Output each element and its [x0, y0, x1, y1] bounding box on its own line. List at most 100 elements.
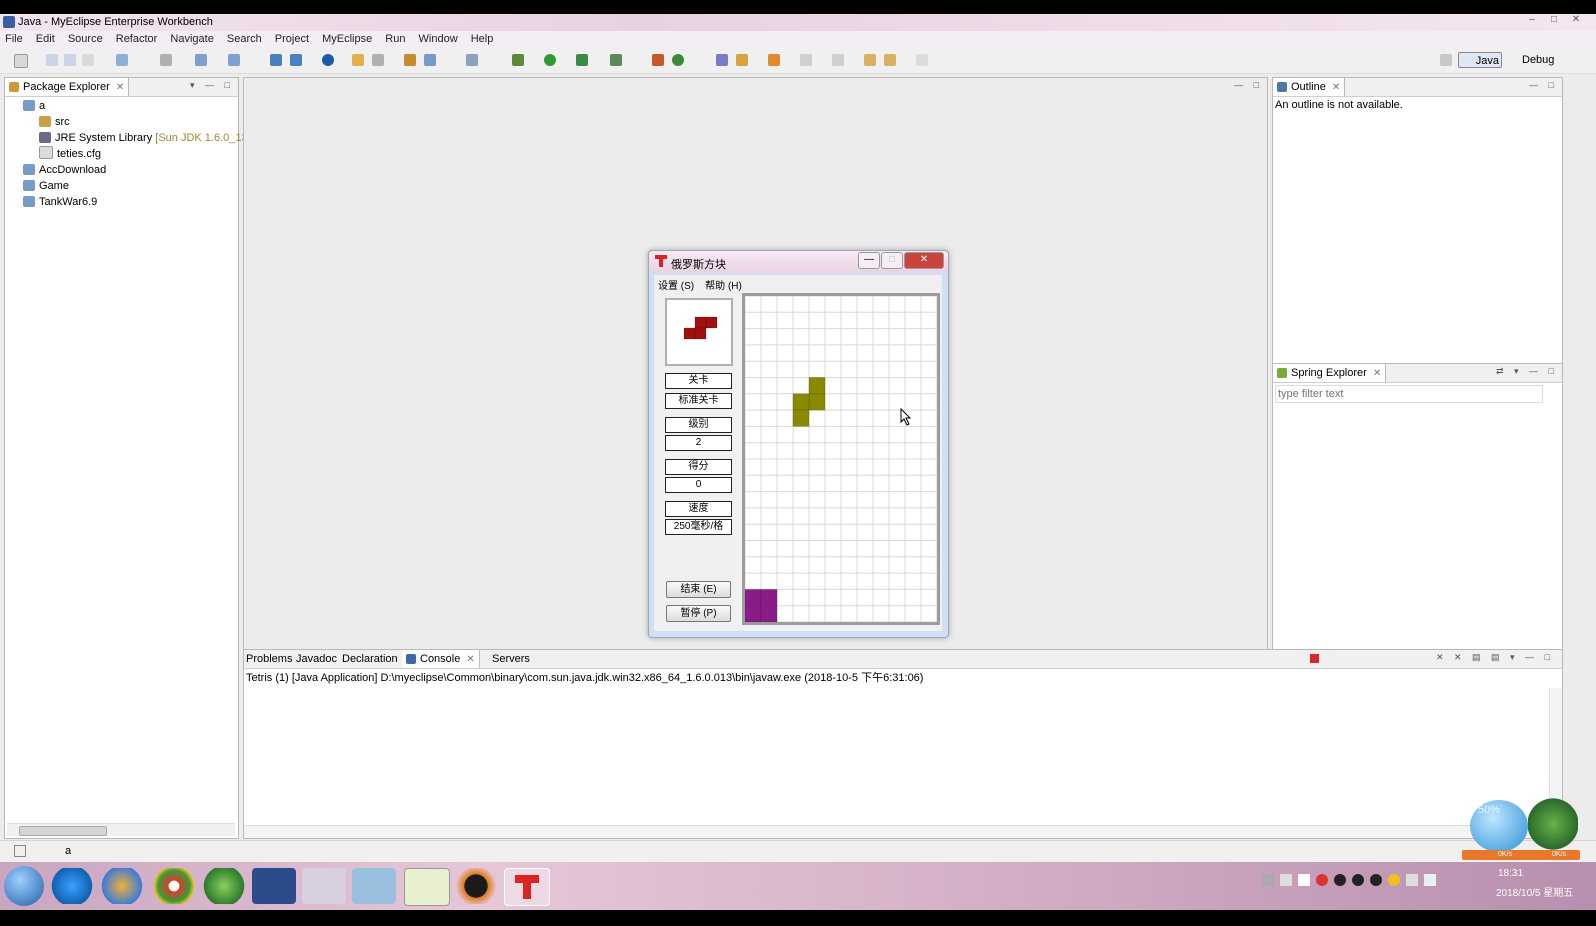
open-perspective-icon[interactable] — [1440, 54, 1452, 66]
editor-area-controls[interactable]: — □ — [1234, 80, 1263, 90]
menu-source[interactable]: Source — [63, 31, 108, 45]
media-icon[interactable] — [100, 868, 144, 904]
java-perspective-button[interactable]: Java — [1458, 52, 1502, 68]
tab-package-explorer[interactable]: Package Explorer ✕ — [5, 78, 130, 96]
qq-icon[interactable] — [1352, 874, 1364, 886]
qq-icon[interactable] — [1370, 874, 1382, 886]
close-icon[interactable]: ✕ — [466, 654, 474, 665]
keyboard-icon[interactable] — [1262, 874, 1274, 886]
maximize-button[interactable]: □ — [1544, 14, 1564, 27]
new-icon[interactable] — [14, 54, 28, 68]
menu-project[interactable]: Project — [270, 31, 314, 45]
menu-run[interactable]: Run — [380, 31, 410, 45]
coverage-icon[interactable] — [576, 54, 588, 66]
tab-servers[interactable]: Servers — [490, 650, 534, 668]
tray-clock-time[interactable]: 18:31 — [1498, 868, 1523, 879]
minimize-button[interactable]: – — [1522, 14, 1542, 27]
run-icon[interactable] — [544, 54, 556, 66]
menu-refactor[interactable]: Refactor — [111, 31, 163, 45]
menu-search[interactable]: Search — [222, 31, 267, 45]
menu-file[interactable]: File — [0, 31, 28, 45]
chrome-icon[interactable] — [152, 868, 196, 904]
new-java-project-icon[interactable] — [116, 54, 128, 66]
new-spring-icon[interactable] — [672, 54, 684, 66]
close-icon[interactable]: ✕ — [116, 82, 124, 93]
volume-icon[interactable] — [1424, 874, 1436, 886]
tree-item[interactable]: TankWar6.9 — [23, 194, 97, 210]
menu-help[interactable]: Help — [466, 31, 499, 45]
previous-annotation-icon[interactable] — [832, 54, 844, 66]
refresh-icon[interactable] — [372, 54, 384, 66]
tree-item[interactable]: a — [23, 98, 45, 114]
internet-explorer-icon[interactable] — [50, 868, 94, 904]
tab-javadoc[interactable]: Javadoc — [294, 650, 342, 668]
open-folder-icon[interactable] — [352, 54, 364, 66]
fast-view-icon[interactable] — [14, 845, 26, 857]
thermometer-icon[interactable] — [1298, 874, 1310, 886]
browser-icon[interactable] — [322, 54, 334, 66]
console-horizontal-scrollbar[interactable] — [244, 825, 1550, 838]
tab-console[interactable]: Console ✕ — [402, 650, 480, 668]
tetris-titlebar[interactable]: 俄罗斯方块 — □ ✕ — [649, 251, 948, 273]
tab-spring-explorer[interactable]: Spring Explorer ✕ — [1273, 364, 1387, 382]
close-button[interactable]: ✕ — [1566, 14, 1586, 27]
tools-icon[interactable] — [302, 868, 346, 904]
open-type-icon[interactable] — [160, 54, 172, 66]
scrollbar-thumb[interactable] — [19, 826, 107, 836]
tree-item[interactable]: AccDownload — [23, 162, 106, 178]
save-all-icon[interactable] — [64, 54, 76, 66]
save-icon[interactable] — [46, 54, 58, 66]
menu-edit[interactable]: Edit — [31, 31, 60, 45]
chart-app-icon[interactable] — [404, 868, 450, 906]
tray-clock-date[interactable]: 2018/10/5 星期五 — [1496, 884, 1573, 899]
tetris-maximize-button[interactable]: □ — [881, 252, 903, 269]
tetris-close-button[interactable]: ✕ — [904, 252, 944, 269]
end-game-button[interactable]: 结束 (E) — [666, 581, 731, 598]
view-menu-controls[interactable]: ▾ — □ — [190, 80, 234, 91]
tab-problems[interactable]: Problems — [244, 650, 298, 668]
usb-icon[interactable] — [1280, 874, 1292, 886]
deploy-icon[interactable] — [195, 54, 207, 66]
menu-myeclipse[interactable]: MyEclipse — [317, 31, 377, 45]
sublime-icon[interactable] — [252, 868, 296, 904]
chat-app-icon[interactable] — [454, 868, 498, 904]
wizard-icon[interactable] — [404, 54, 416, 66]
print-icon[interactable] — [82, 54, 94, 66]
close-icon[interactable]: ✕ — [1373, 368, 1381, 379]
spring-filter-input[interactable] — [1275, 385, 1543, 403]
security-icon[interactable] — [1388, 874, 1400, 886]
console-view-controls[interactable]: ✕ ✕ ▤ ▤ ▾ — □ — [1436, 652, 1554, 663]
tree-item[interactable]: src — [39, 114, 70, 130]
close-icon[interactable]: ✕ — [1332, 82, 1340, 93]
terminate-icon[interactable] — [1310, 654, 1319, 663]
new-web-project-icon[interactable] — [652, 54, 664, 66]
back-icon[interactable] — [884, 54, 896, 66]
network-monitor-widget[interactable]: 50% 0K/s 0K/s — [1458, 794, 1582, 864]
app-green-icon[interactable] — [202, 868, 246, 904]
last-edit-icon[interactable] — [864, 54, 876, 66]
tab-outline[interactable]: Outline ✕ — [1273, 78, 1346, 96]
antivirus-icon[interactable] — [1316, 874, 1328, 886]
start-button-icon[interactable] — [4, 866, 44, 906]
next-annotation-icon[interactable] — [800, 54, 812, 66]
pen-icon[interactable] — [736, 54, 748, 66]
pause-button[interactable]: 暂停 (P) — [666, 605, 731, 622]
debug-icon[interactable] — [512, 54, 524, 66]
search-toolbar-icon[interactable] — [768, 54, 780, 66]
new-class-icon[interactable] — [290, 54, 302, 66]
menu-navigate[interactable]: Navigate — [165, 31, 218, 45]
spring-view-controls[interactable]: ⇄ ▾ — □ — [1496, 366, 1558, 377]
qq-icon[interactable] — [1334, 874, 1346, 886]
notes-icon[interactable] — [352, 868, 396, 904]
tetris-task-icon[interactable] — [504, 868, 550, 906]
new-package-icon[interactable] — [270, 54, 282, 66]
web-icon[interactable] — [424, 54, 436, 66]
tab-declaration[interactable]: Declaration — [340, 650, 403, 668]
open-task-icon[interactable] — [716, 54, 728, 66]
console-toolbar-icon[interactable] — [466, 54, 478, 66]
network-icon[interactable] — [1406, 874, 1418, 886]
external-tools-icon[interactable] — [610, 54, 622, 66]
tetris-minimize-button[interactable]: — — [858, 252, 880, 269]
forward-icon[interactable] — [916, 54, 928, 66]
outline-view-controls[interactable]: — □ — [1529, 80, 1558, 90]
